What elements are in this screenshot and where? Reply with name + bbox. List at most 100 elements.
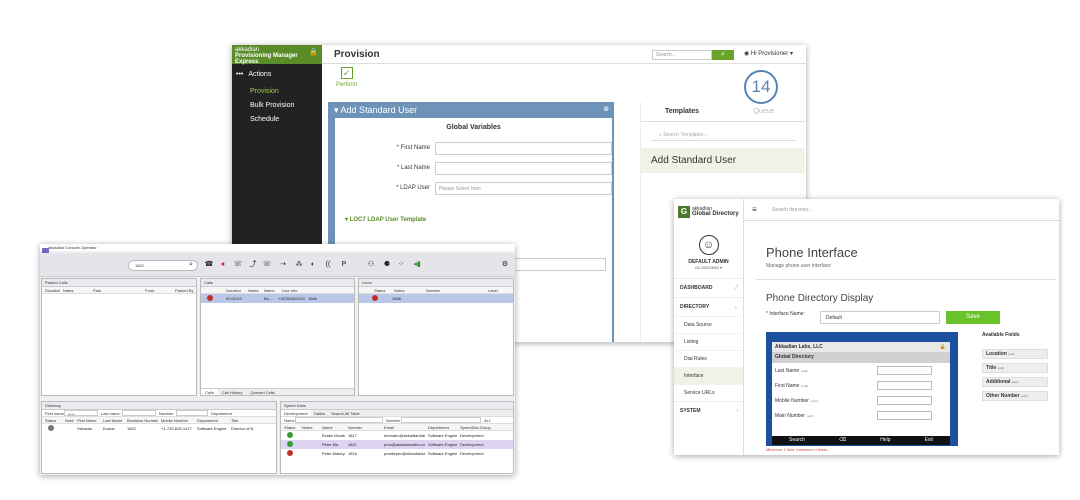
- speaker-icon[interactable]: ◐: [308, 260, 318, 270]
- nav-bulk-provision[interactable]: Bulk Provision: [232, 99, 322, 113]
- call-name: Bo...: [264, 296, 273, 301]
- group-icon[interactable]: ⚇: [366, 260, 376, 270]
- col-last-name: Last Name: [103, 418, 123, 423]
- transfer-icon[interactable]: ⤴: [248, 260, 258, 270]
- line-row[interactable]: 1666: [359, 294, 513, 303]
- user-role[interactable]: GLOBADMIN ▾: [674, 265, 743, 270]
- filter-first-input[interactable]: rich: [64, 410, 98, 416]
- speed-dial-row[interactable]: Peter Ma 1821 pma@akkadianlabs.com Software…: [281, 440, 513, 449]
- filter-all-select[interactable]: ALL: [481, 417, 499, 423]
- hangup-icon[interactable]: ●: [218, 260, 228, 270]
- template-item[interactable]: Add Standard User: [641, 148, 805, 173]
- phone-field-row[interactable]: Last Name [edit]: [772, 363, 950, 378]
- tab-templates[interactable]: Templates: [641, 102, 723, 121]
- nav-schedule[interactable]: Schedule: [232, 113, 322, 127]
- tab-queued-calls[interactable]: Queued Calls: [246, 389, 278, 395]
- keypad-icon[interactable]: ⁘: [396, 260, 406, 270]
- phone-field-row[interactable]: Main Number [edit]: [772, 408, 950, 423]
- filter-first-label: First name:: [45, 411, 64, 416]
- directory-panel: Directory First name: rich Last name: Nu…: [41, 401, 277, 474]
- menu-interface[interactable]: Interface: [674, 367, 743, 384]
- directory-row[interactable]: Vishwas Kumar 1822 +1-732-625-1417 Softw…: [42, 424, 276, 433]
- menu-dial-rules[interactable]: Dial Rules: [674, 350, 743, 367]
- menu-directory[interactable]: DIRECTORY ⌄: [674, 297, 743, 316]
- chevron-right-icon: ›: [736, 408, 738, 414]
- edit-link[interactable]: [edit]: [1008, 352, 1015, 356]
- search-icon[interactable]: ⌕: [186, 260, 196, 270]
- available-field[interactable]: Other Number [edit]: [982, 391, 1048, 401]
- menu-system[interactable]: SYSTEM ›: [674, 401, 743, 420]
- available-field[interactable]: Title [edit]: [982, 363, 1048, 373]
- ldap-template-section[interactable]: ▾ LOC7 LDAP User Template: [345, 216, 426, 223]
- tab-search-all[interactable]: Search All Table: [328, 410, 363, 416]
- lock-icon: 🔒: [939, 344, 946, 350]
- call-row[interactable]: 00:00:03 Bo... +16762501240 1666: [201, 294, 354, 303]
- settings-icon[interactable]: ⚙: [500, 260, 510, 270]
- available-field[interactable]: Location [edit]: [982, 349, 1048, 359]
- last-name-input[interactable]: [435, 162, 612, 175]
- tab-tables[interactable]: Tables: [311, 410, 329, 416]
- nav-provision[interactable]: Provision: [232, 85, 322, 99]
- menu-listing[interactable]: Listing: [674, 333, 743, 350]
- filter-number-input[interactable]: [176, 410, 208, 416]
- call-icon[interactable]: ☏: [233, 260, 243, 270]
- hamburger-icon[interactable]: ≡: [752, 205, 757, 214]
- g-logo-icon: G: [678, 206, 690, 218]
- speed-dial-row[interactable]: Evatin Morales1817 emmahu@akkadianlabs.co…: [281, 431, 513, 440]
- filter-number-input[interactable]: [401, 417, 481, 423]
- conference-icon[interactable]: ⁂: [294, 260, 304, 270]
- ldap-user-select[interactable]: Please Select Item: [435, 182, 612, 195]
- perform-button[interactable]: ✓ Perform: [336, 67, 357, 88]
- hold-icon[interactable]: ☏: [262, 260, 272, 270]
- phone-field-row[interactable]: Mobile Number [edit]: [772, 393, 950, 408]
- edit-link[interactable]: [edit]: [811, 399, 818, 403]
- edit-link[interactable]: [edit]: [1021, 394, 1028, 398]
- signal-icon[interactable]: ◂▮: [412, 260, 422, 270]
- chevron-down-icon[interactable]: ▾: [334, 105, 339, 115]
- directory-last-name: Kumar: [103, 426, 115, 431]
- tab-calls[interactable]: Calls: [201, 389, 218, 395]
- divider: [756, 279, 1056, 280]
- forward-icon[interactable]: ⇢: [278, 260, 288, 270]
- menu-dashboard[interactable]: DASHBOARD ⟋: [674, 278, 743, 297]
- edit-link[interactable]: [edit]: [801, 369, 808, 373]
- templates-search-input[interactable]: ⌕ Search Templates...: [651, 129, 795, 141]
- tab-call-history[interactable]: Call History: [218, 389, 246, 395]
- prov-search-input[interactable]: Search...: [652, 50, 712, 60]
- close-icon[interactable]: ⊗: [603, 105, 609, 113]
- user-menu[interactable]: ◉ Hi Provisioner ▾: [744, 50, 793, 57]
- available-field[interactable]: Additional [edit]: [982, 377, 1048, 387]
- search-button[interactable]: ⌕: [712, 50, 734, 60]
- speed-dial-columns: Status Notes Name Number Email Departmen…: [281, 424, 513, 431]
- save-button[interactable]: Save: [946, 311, 1000, 324]
- softkey-search[interactable]: Search: [789, 436, 805, 445]
- col-number: Number: [426, 288, 441, 293]
- actions-header[interactable]: ••• Actions: [232, 64, 322, 85]
- menu-data-source[interactable]: Data Source: [674, 316, 743, 333]
- lock-icon[interactable]: 🔒: [309, 48, 318, 56]
- tab-development[interactable]: Development: [281, 410, 311, 416]
- softkey-backspace[interactable]: ⌫: [839, 436, 846, 445]
- filter-name-input[interactable]: [295, 417, 383, 423]
- phone-preview: Akkadian Labs, LLC 🔒 Global Directory Las…: [766, 332, 958, 446]
- park-icon[interactable]: P: [339, 260, 349, 270]
- speed-dial-row[interactable]: Peter Makeyer1816 pmakeyev@akkadianlabs..…: [281, 449, 513, 458]
- tab-queue[interactable]: Queue: [723, 102, 805, 121]
- edit-link[interactable]: [edit]: [998, 366, 1005, 370]
- filter-last-input[interactable]: [122, 410, 156, 416]
- softkey-help[interactable]: Help: [880, 436, 890, 445]
- voicemail-icon[interactable]: ((: [323, 260, 333, 270]
- edit-link[interactable]: [edit]: [801, 384, 808, 388]
- avatar-icon[interactable]: ☺: [698, 235, 719, 255]
- edit-link[interactable]: [edit]: [807, 414, 814, 418]
- menu-service-urls[interactable]: Service URLs: [674, 384, 743, 401]
- dir-search-input[interactable]: Search directory...: [772, 207, 812, 213]
- softkey-exit[interactable]: Exit: [925, 436, 933, 445]
- interface-name-input[interactable]: Default: [820, 311, 940, 324]
- col-status: Status: [45, 418, 57, 423]
- record-icon[interactable]: ⚈: [382, 260, 392, 270]
- phone-icon[interactable]: ☎: [204, 260, 214, 270]
- first-name-input[interactable]: [435, 142, 612, 155]
- phone-field-row[interactable]: First Name [edit]: [772, 378, 950, 393]
- edit-link[interactable]: [edit]: [1012, 380, 1019, 384]
